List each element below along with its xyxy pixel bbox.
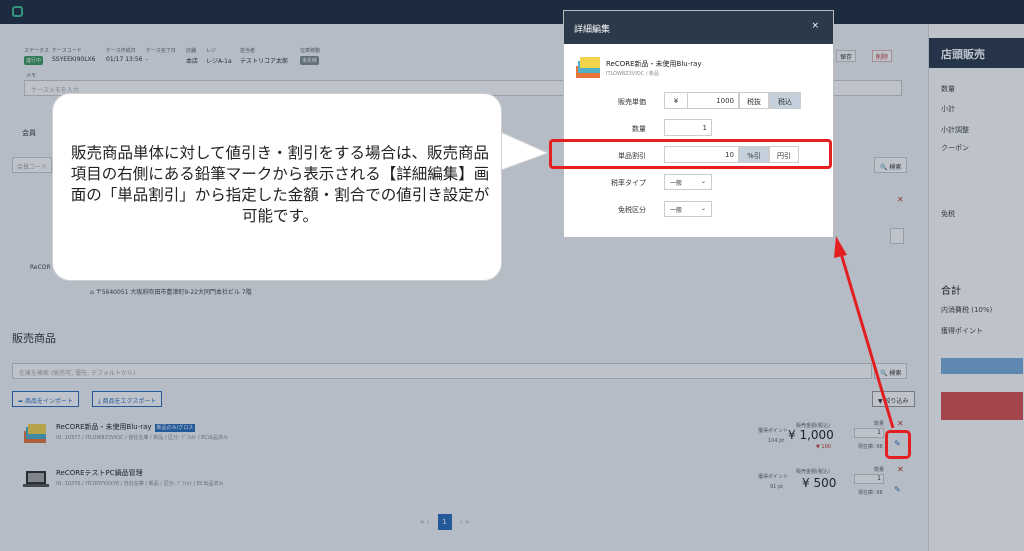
annotation-arrow [838, 249, 895, 429]
pencil-highlight [885, 430, 911, 459]
callout-text: 販売商品単体に対して値引き・割引をする場合は、販売商品項目の右側にある鉛筆マーク… [70, 144, 490, 225]
annotation-arrowhead [834, 236, 847, 258]
discount-highlight [549, 139, 832, 169]
callout-pointer [495, 129, 550, 173]
